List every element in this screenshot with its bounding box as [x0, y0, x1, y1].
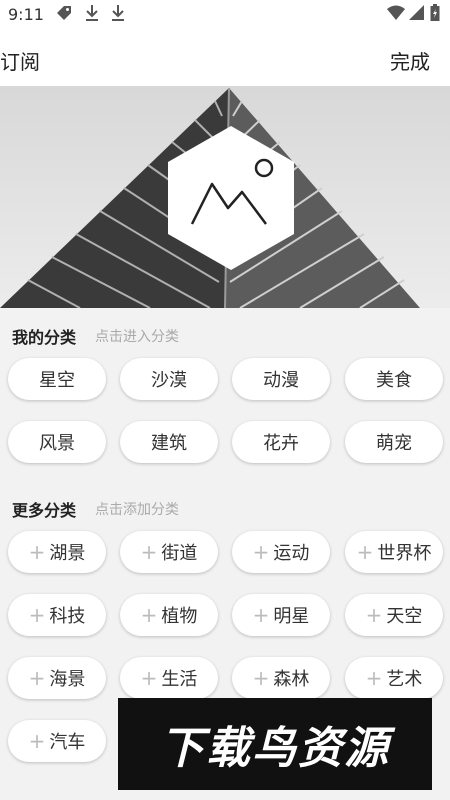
- my-category-chip[interactable]: 萌宠: [345, 421, 443, 463]
- my-category-chip[interactable]: 美食: [345, 358, 443, 400]
- more-category-chip-label: 艺术: [386, 669, 423, 690]
- my-category-chip-label: 花卉: [263, 433, 299, 454]
- my-categories-title: 我的分类: [12, 328, 77, 347]
- more-category-chip[interactable]: + 天空: [345, 594, 443, 636]
- plus-icon: +: [252, 540, 270, 564]
- more-category-chip[interactable]: + 世界杯: [345, 531, 443, 573]
- more-category-chip-label: 湖景: [49, 543, 86, 564]
- plus-icon: +: [28, 603, 46, 627]
- more-category-chip[interactable]: + 汽车: [8, 720, 106, 762]
- my-category-chip[interactable]: 沙漠: [120, 358, 218, 400]
- signal-icon: [408, 4, 426, 26]
- more-categories-title: 更多分类: [12, 501, 77, 520]
- more-category-chip[interactable]: + 明星: [232, 594, 330, 636]
- more-category-chip[interactable]: + 植物: [120, 594, 218, 636]
- watermark-text: 下载鸟资源: [160, 723, 390, 774]
- plus-icon: +: [28, 540, 46, 564]
- my-category-chip-label: 风景: [39, 433, 75, 454]
- plus-icon: +: [28, 729, 46, 753]
- status-bar: 9:11: [0, 0, 450, 30]
- my-category-chip-label: 动漫: [263, 370, 299, 391]
- more-category-chip[interactable]: + 艺术: [345, 657, 443, 699]
- more-category-chip-label: 科技: [49, 606, 86, 627]
- more-category-chip-label: 街道: [161, 543, 198, 564]
- more-category-chip[interactable]: + 湖景: [8, 531, 106, 573]
- battery-icon: [430, 4, 440, 26]
- more-category-chip[interactable]: + 运动: [232, 531, 330, 573]
- my-category-chip[interactable]: 花卉: [232, 421, 330, 463]
- plus-icon: +: [140, 666, 158, 690]
- plus-icon: +: [140, 603, 158, 627]
- plus-icon: +: [252, 603, 270, 627]
- more-category-chip-label: 天空: [386, 606, 423, 627]
- more-category-chip[interactable]: + 生活: [120, 657, 218, 699]
- more-category-chip[interactable]: + 科技: [8, 594, 106, 636]
- more-category-chip-label: 植物: [161, 606, 198, 627]
- download-icon: [84, 4, 100, 26]
- more-categories-hint: 点击添加分类: [95, 502, 179, 518]
- more-category-chip-label: 运动: [273, 543, 310, 564]
- plus-icon: +: [140, 540, 158, 564]
- app-header: 订阅 完成: [0, 30, 450, 86]
- my-category-chip[interactable]: 星空: [8, 358, 106, 400]
- my-category-chip-label: 沙漠: [151, 370, 187, 391]
- plus-icon: +: [365, 666, 383, 690]
- my-category-chip-label: 星空: [39, 370, 75, 391]
- plus-icon: +: [356, 540, 374, 564]
- wifi-icon: [386, 4, 406, 26]
- plus-icon: +: [252, 666, 270, 690]
- building-photo: [0, 86, 450, 308]
- my-category-chip-label: 萌宠: [376, 433, 412, 454]
- plus-icon: +: [28, 666, 46, 690]
- more-category-chip[interactable]: + 森林: [232, 657, 330, 699]
- download-icon: [110, 4, 126, 26]
- more-category-chip[interactable]: + 海景: [8, 657, 106, 699]
- done-button[interactable]: 完成: [390, 46, 430, 75]
- my-category-chip[interactable]: 建筑: [120, 421, 218, 463]
- my-category-chip[interactable]: 风景: [8, 421, 106, 463]
- page-title: 订阅: [0, 50, 40, 74]
- more-category-chip-label: 明星: [273, 606, 310, 627]
- more-category-chip[interactable]: + 街道: [120, 531, 218, 573]
- status-time: 9:11: [8, 5, 44, 24]
- my-category-chip-label: 美食: [376, 370, 412, 391]
- more-category-chip-label: 世界杯: [377, 543, 432, 564]
- more-category-chip-label: 海景: [49, 669, 86, 690]
- more-category-chip-label: 森林: [273, 669, 310, 690]
- plus-icon: +: [365, 603, 383, 627]
- my-category-chip-label: 建筑: [151, 433, 187, 454]
- watermark-logo: 下载鸟资源: [118, 698, 432, 790]
- my-category-chip[interactable]: 动漫: [232, 358, 330, 400]
- my-categories-hint: 点击进入分类: [95, 329, 179, 345]
- more-category-chip-label: 生活: [161, 669, 198, 690]
- hero-image: [0, 86, 450, 308]
- more-category-chip-label: 汽车: [49, 732, 86, 753]
- tag-icon: [54, 4, 74, 26]
